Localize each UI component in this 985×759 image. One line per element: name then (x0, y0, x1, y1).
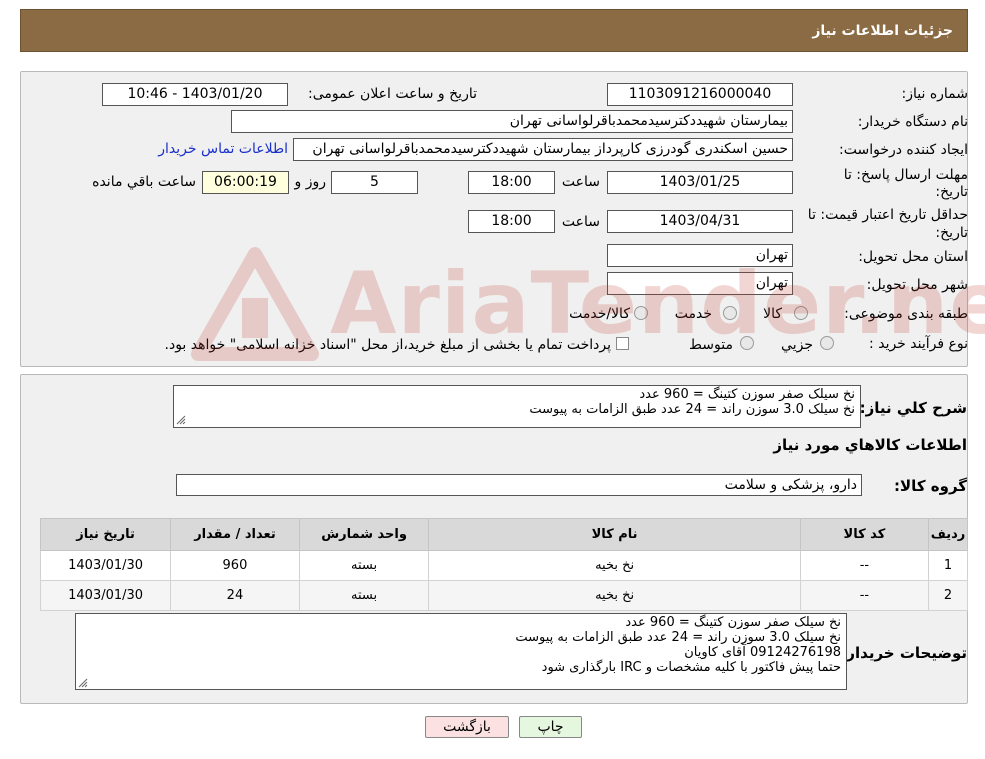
process-radio-medium[interactable] (740, 336, 754, 350)
buyer-notes-label: توضیحات خریدار: (840, 644, 967, 662)
back-button[interactable]: بازگشت (425, 716, 509, 738)
buyer-org-label: نام دستگاه خریدار: (857, 114, 968, 130)
category-option-goods: کالا (763, 306, 782, 322)
category-option-goods-service: کالا/خدمت (569, 306, 630, 322)
col-row-number: رديف (928, 518, 968, 551)
category-radio-goods[interactable] (794, 306, 808, 320)
province-field: تهران (607, 244, 793, 267)
page-title: جزئیات اطلاعات نیاز (812, 23, 953, 39)
deadline-time-label: ساعت (561, 174, 600, 190)
buyer-contact-link[interactable]: اطلاعات تماس خریدار (158, 141, 288, 157)
remaining-time-field: 06:00:19 (202, 171, 289, 194)
item-name-cell: نخ بخیه (428, 580, 801, 611)
need-number-label: شماره نیاز: (901, 86, 969, 102)
need-date-cell: 1403/01/30 (39, 550, 172, 581)
validity-label: حداقل تاریخ اعتبار قیمت: تا (807, 207, 968, 223)
announce-field: 1403/01/20 - 10:46 (102, 83, 288, 106)
quantity-cell: 24 (170, 580, 300, 611)
process-label: نوع فرآیند خرید : (869, 336, 968, 352)
unit-cell: بسته (298, 550, 430, 581)
category-radio-service[interactable] (723, 306, 737, 320)
process-note: پرداخت تمام یا بخشی از مبلغ خرید،از محل … (164, 337, 611, 353)
validity-date-field: 1403/04/31 (607, 210, 793, 233)
item-code-cell: -- (799, 550, 930, 581)
group-field: دارو، پزشکی و سلامت (176, 474, 862, 496)
buyer-org-field: بیمارستان شهیددکترسیدمحمدباقرلواسانی تهر… (231, 110, 793, 133)
deadline-label-date: تاریخ: (935, 184, 968, 200)
item-name-cell: نخ بخیه (428, 550, 801, 581)
province-label: استان محل تحویل: (858, 249, 968, 265)
deadline-label: مهلت ارسال پاسخ: تا (843, 167, 968, 183)
notes-line-1: نخ سیلک صفر سوزن کتینگ = 960 عدد (625, 615, 841, 630)
col-unit: واحد شمارش (298, 518, 430, 551)
print-button[interactable]: چاپ (519, 716, 582, 738)
col-need-date: تاریخ نیاز (39, 518, 172, 551)
process-radio-minor[interactable] (820, 336, 834, 350)
remaining-time-label: ساعت باقي مانده (92, 174, 196, 190)
deadline-date-field: 1403/01/25 (607, 171, 793, 194)
unit-cell: بسته (298, 580, 430, 611)
process-option-medium: متوسط (689, 337, 733, 353)
city-field: تهران (607, 272, 793, 295)
item-code-cell: -- (799, 580, 930, 611)
notes-line-4: حتما پیش فاکتور با کلیه مشخصات و IRC بار… (541, 660, 841, 675)
process-option-minor: جزیي (781, 337, 813, 353)
items-heading: اطلاعات کالاهاي مورد نياز (773, 436, 967, 454)
category-label: طبقه بندی موضوعی: (844, 306, 968, 322)
col-quantity: تعداد / مقدار (170, 518, 300, 551)
quantity-cell: 960 (170, 550, 300, 581)
page-header: جزئیات اطلاعات نیاز (20, 9, 968, 52)
resize-grip-icon[interactable] (176, 415, 186, 425)
validity-time-label: ساعت (561, 214, 600, 230)
days-label: روز و (294, 174, 327, 190)
announce-label: تاریخ و ساعت اعلان عمومی: (308, 86, 477, 102)
table-row: 2 -- نخ بخیه بسته 24 1403/01/30 (39, 580, 968, 611)
requester-label: ایجاد کننده درخواست: (839, 142, 968, 158)
summary-line-1: نخ سیلک صفر سوزن کتینگ = 960 عدد (639, 387, 855, 402)
validity-time-field: 18:00 (468, 210, 555, 233)
need-number-field: 1103091216000040 (607, 83, 793, 106)
city-label: شهر محل تحویل: (866, 277, 968, 293)
deadline-time-field: 18:00 (468, 171, 555, 194)
requester-field: حسین اسکندری گودرزی کارپرداز بیمارستان ش… (293, 138, 793, 161)
notes-resize-grip-icon[interactable] (78, 678, 88, 688)
summary-line-2: نخ سیلک 3.0 سوزن راند = 24 عدد طبق الزام… (529, 402, 855, 417)
row-number-cell: 2 (928, 580, 968, 611)
col-item-code: کد کالا (799, 518, 930, 551)
table-header-row: رديف کد کالا نام کالا واحد شمارش تعداد /… (39, 518, 968, 551)
summary-textarea: نخ سیلک صفر سوزن کتینگ = 960 عدد نخ سیلک… (173, 385, 861, 428)
table-row: 1 -- نخ بخیه بسته 960 1403/01/30 (39, 550, 968, 581)
treasury-checkbox[interactable] (616, 337, 629, 350)
row-number-cell: 1 (928, 550, 968, 581)
buyer-notes-textarea: نخ سیلک صفر سوزن کتینگ = 960 عدد نخ سیلک… (75, 613, 847, 690)
category-option-service: خدمت (674, 306, 712, 322)
category-radio-goods-service[interactable] (634, 306, 648, 320)
group-label: گروه کالا: (894, 477, 967, 495)
need-date-cell: 1403/01/30 (39, 580, 172, 611)
notes-line-2: نخ سیلک 3.0 سوزن راند = 24 عدد طبق الزام… (515, 630, 841, 645)
days-field: 5 (331, 171, 418, 194)
notes-line-3: 09124276198 آقای کاویان (684, 645, 841, 660)
validity-label-date: تاریخ: (935, 225, 968, 241)
summary-label: شرح کلي نياز: (859, 399, 967, 417)
col-item-name: نام کالا (428, 518, 801, 551)
items-table: رديف کد کالا نام کالا واحد شمارش تعداد /… (39, 518, 968, 611)
